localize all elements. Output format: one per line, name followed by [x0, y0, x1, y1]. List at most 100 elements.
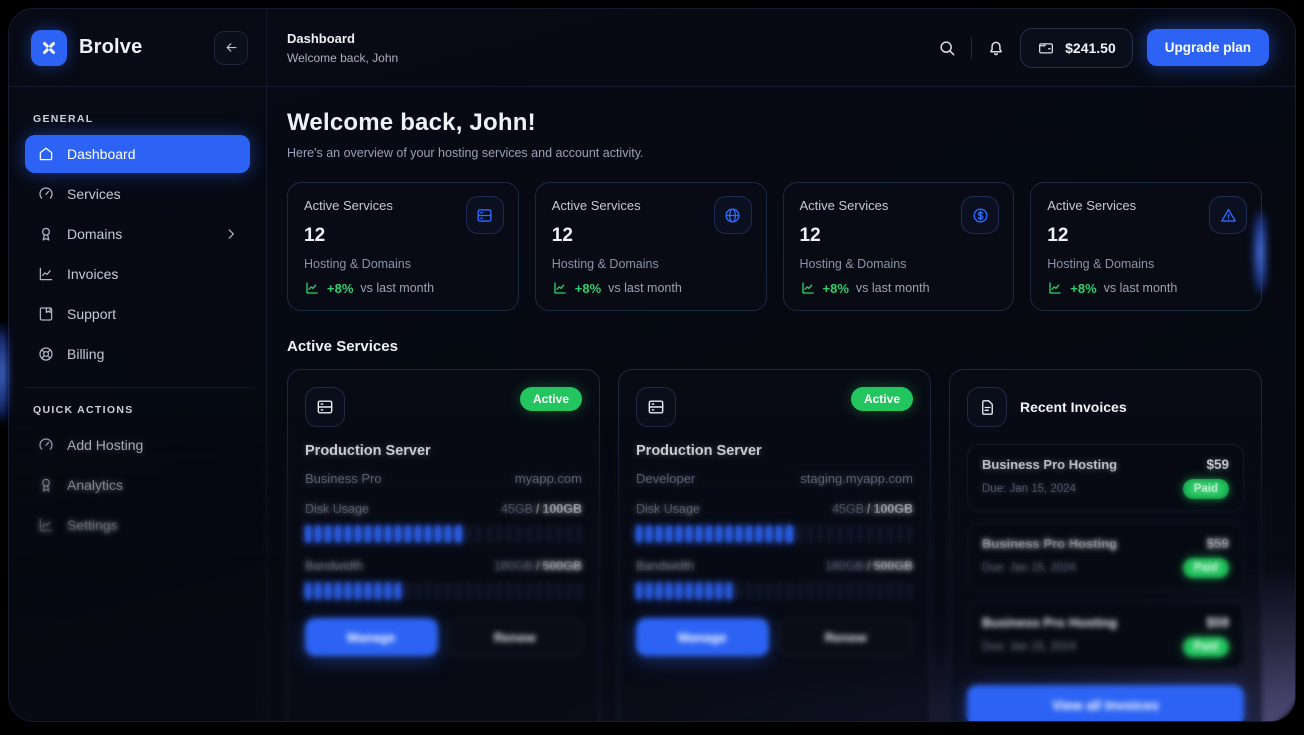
usage-label: Bandwidth: [305, 559, 363, 573]
usage-segment: [786, 582, 792, 600]
gauge-icon: [37, 436, 55, 454]
usage-segment: [636, 582, 642, 600]
paid-badge: Paid: [1183, 637, 1229, 657]
usage-segment: [837, 582, 843, 600]
usage-segment: [786, 525, 792, 543]
search-icon[interactable]: [937, 38, 957, 58]
notifications-bell-icon[interactable]: [986, 38, 1006, 58]
stat-card-alerts: Active Services 12 Hosting & Domains +8%: [1030, 182, 1262, 311]
service-domain: myapp.com: [515, 471, 582, 486]
service-card-staging: Active Production Server Developer stagi…: [618, 369, 931, 721]
renew-button[interactable]: Renew: [448, 618, 583, 656]
usage-segment: [455, 525, 461, 543]
header-actions: $241.50 Upgrade plan: [937, 28, 1269, 68]
sidebar-item-add-hosting[interactable]: Add Hosting: [25, 426, 250, 464]
disk-usage-block: Disk Usage 45GB/100GB: [636, 502, 913, 543]
recent-invoices-card: Recent Invoices Business Pro Hosting $59…: [949, 369, 1262, 721]
usage-segment: [877, 525, 883, 543]
book-icon: [37, 305, 55, 323]
manage-button[interactable]: Manage: [636, 618, 769, 656]
wallet-balance-chip[interactable]: $241.50: [1020, 28, 1133, 68]
sidebar-item-label: Services: [67, 186, 121, 202]
sidebar-item-domains[interactable]: Domains: [25, 215, 250, 253]
sidebar-item-label: Settings: [67, 517, 118, 533]
manage-button[interactable]: Manage: [305, 618, 438, 656]
usage-segment: [556, 525, 562, 543]
usage-values: 180GB/500GB: [825, 559, 913, 573]
usage-segment: [536, 525, 542, 543]
usage-segment: [867, 525, 873, 543]
usage-segment: [536, 582, 542, 600]
brolve-logo-icon: [31, 30, 67, 66]
usage-segment: [335, 582, 341, 600]
usage-segment: [526, 582, 532, 600]
usage-segment: [676, 525, 682, 543]
usage-segment: [305, 582, 311, 600]
sidebar-item-analytics[interactable]: Analytics: [25, 466, 250, 504]
usage-segment: [887, 582, 893, 600]
usage-segment: [766, 525, 772, 543]
usage-segment: [345, 582, 351, 600]
service-meta: Business Pro myapp.com: [305, 471, 582, 486]
renew-button[interactable]: Renew: [779, 618, 914, 656]
main-content: Welcome back, John! Here's an overview o…: [267, 87, 1295, 721]
usage-segment: [706, 525, 712, 543]
usage-segment: [445, 582, 451, 600]
award-icon: [37, 225, 55, 243]
disk-usage-bar: [305, 525, 582, 543]
usage-segment: [706, 582, 712, 600]
server-icon: [636, 387, 676, 427]
usage-segment: [897, 525, 903, 543]
usage-segment: [566, 582, 572, 600]
invoice-amount: $59: [1206, 615, 1229, 630]
usage-segment: [506, 525, 512, 543]
usage-segment: [466, 582, 472, 600]
usage-segment: [425, 582, 431, 600]
usage-segment: [907, 582, 913, 600]
trend-value: +8%: [327, 281, 353, 296]
trend-suffix: vs last month: [360, 281, 434, 295]
sidebar-item-dashboard[interactable]: Dashboard: [25, 135, 250, 173]
sidebar-item-settings[interactable]: Settings: [25, 506, 250, 544]
trend-up-chart-icon: [304, 280, 320, 296]
section-title-active-services: Active Services: [287, 338, 1262, 355]
usage-segment: [746, 582, 752, 600]
sidebar-item-services[interactable]: Services: [25, 175, 250, 213]
upgrade-plan-button[interactable]: Upgrade plan: [1147, 29, 1269, 66]
service-plan: Business Pro: [305, 471, 382, 486]
service-plan: Developer: [636, 471, 695, 486]
sidebar-item-label: Dashboard: [67, 146, 136, 162]
sidebar-item-support[interactable]: Support: [25, 295, 250, 333]
wallet-icon: [1037, 39, 1055, 57]
usage-segment: [345, 525, 351, 543]
chevron-right-icon: [224, 227, 238, 241]
top-header: Dashboard Welcome back, John: [267, 9, 1295, 87]
sidebar-item-billing[interactable]: Billing: [25, 335, 250, 373]
usage-segment: [867, 582, 873, 600]
usage-segment: [325, 525, 331, 543]
bandwidth-usage-bar: [636, 582, 913, 600]
view-all-invoices-button[interactable]: View all Invoices: [967, 685, 1244, 721]
usage-segment: [776, 525, 782, 543]
sidebar-item-invoices[interactable]: Invoices: [25, 255, 250, 293]
usage-segment: [756, 582, 762, 600]
invoice-due-date: Due: Jan 15, 2024: [982, 483, 1076, 495]
usage-segment: [726, 582, 732, 600]
trend-suffix: vs last month: [1104, 281, 1178, 295]
usage-segment: [365, 582, 371, 600]
sidebar-item-label: Analytics: [67, 477, 123, 493]
usage-segment: [746, 525, 752, 543]
usage-segment: [415, 525, 421, 543]
bandwidth-usage-block: Bandwidth 180GB/500GB: [636, 559, 913, 600]
service-name: Production Server: [636, 443, 913, 459]
usage-segment: [716, 525, 722, 543]
usage-segment: [807, 525, 813, 543]
service-card-header: Active: [636, 387, 913, 427]
trend-up-chart-icon: [1047, 280, 1063, 296]
usage-segment: [807, 582, 813, 600]
trend-up-chart-icon: [800, 280, 816, 296]
page-subtitle: Here's an overview of your hosting servi…: [287, 146, 1262, 160]
usage-segment: [756, 525, 762, 543]
sidebar-collapse-button[interactable]: [214, 31, 248, 65]
usage-segment: [847, 582, 853, 600]
